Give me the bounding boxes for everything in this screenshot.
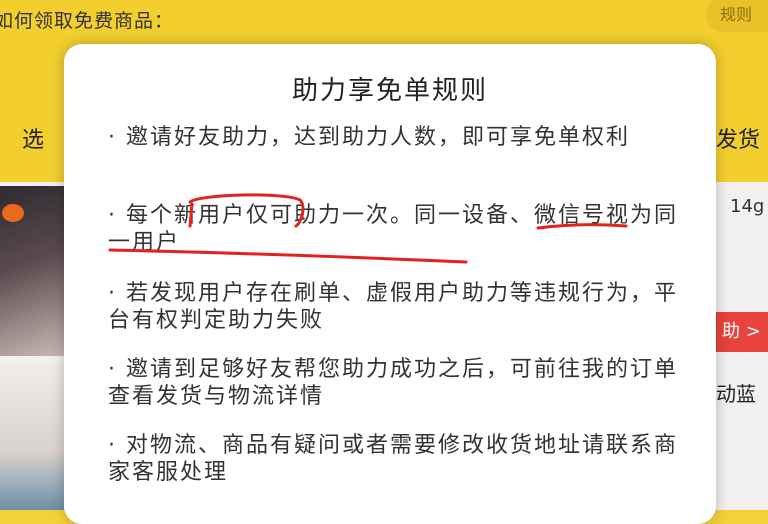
step-label-right: 发货: [716, 128, 761, 153]
rules-button[interactable]: 规则: [706, 0, 768, 32]
rule-item: · 每个新用户仅可助力一次。同一设备、微信号视为同一用户: [108, 202, 688, 256]
help-button[interactable]: 助 >: [716, 312, 768, 352]
product-weight: 14g: [730, 196, 765, 217]
rule-item: · 邀请好友助力，达到助力人数，即可享免单权利: [108, 125, 630, 150]
rules-dialog: 助力享免单规则 · 邀请好友助力，达到助力人数，即可享免单权利 · 每个新用户仅…: [64, 44, 716, 524]
product-name-fragment: 动蓝: [716, 382, 756, 406]
step-label-left: 选: [22, 128, 45, 153]
rule-item: · 若发现用户存在刷单、虚假用户助力等违规行为，平台有权判定助力失败: [108, 281, 678, 333]
product-image[interactable]: [0, 364, 64, 510]
free-goods-question: 如何领取免费商品：: [0, 10, 175, 32]
rule-item: · 对物流、商品有疑问或者需要修改收货地址请联系商家客服处理: [108, 433, 678, 485]
rule-middle: 仅可助力一次。: [246, 203, 415, 228]
rule-prefix: · 每个: [108, 203, 174, 228]
rule-item: · 邀请到足够好友帮您助力成功之后，可前往我的订单查看发货与物流详情: [108, 357, 678, 409]
pumpkin-decoration: [2, 204, 24, 222]
rule-highlight-new-user: 新用户: [174, 203, 247, 228]
product-image[interactable]: [0, 186, 64, 356]
dialog-title: 助力享免单规则: [291, 76, 488, 106]
